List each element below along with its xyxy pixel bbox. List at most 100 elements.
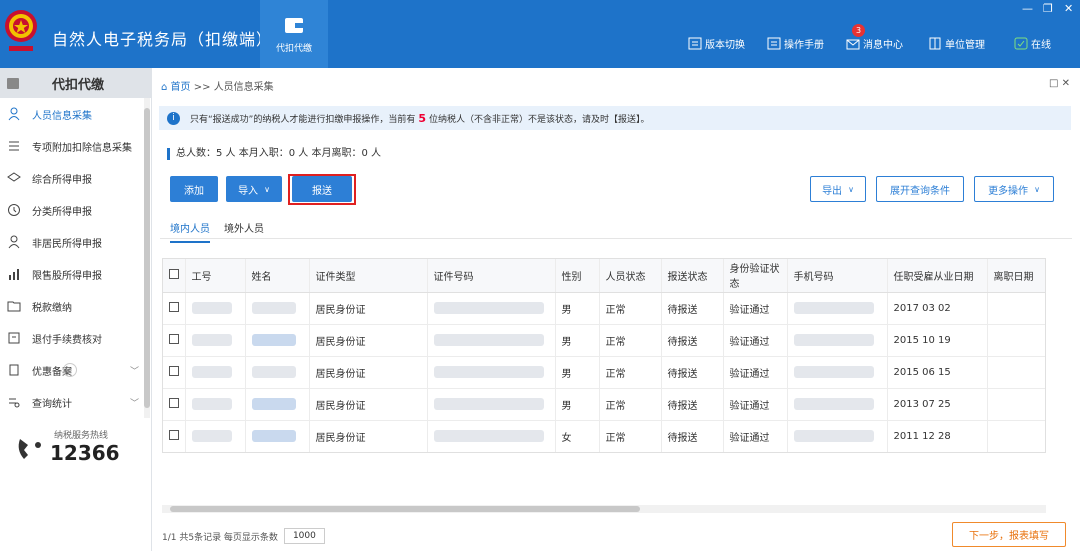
- sidebar-item-nonresident-income[interactable]: 非居民所得申报: [0, 226, 151, 258]
- sidebar-item-classified-income[interactable]: 分类所得申报: [0, 194, 151, 226]
- redacted-value: [433, 366, 544, 378]
- restore-button[interactable]: ❐: [1043, 2, 1053, 15]
- redacted-value: [793, 302, 874, 314]
- sidebar-item-person-info[interactable]: 人员信息采集: [0, 98, 151, 130]
- more-actions-button[interactable]: 更多操作 ∨: [974, 176, 1054, 202]
- column-header[interactable]: 报送状态: [661, 259, 724, 293]
- table-row[interactable]: 居民身份证 男 正常 待报送 验证通过 2015 06 15: [163, 356, 1045, 389]
- id-type-cell: 居民身份证: [309, 356, 428, 389]
- manual-button[interactable]: 操作手册: [767, 36, 824, 51]
- gender-cell: 男: [555, 324, 600, 357]
- tab-overseas[interactable]: 境外人员: [224, 220, 264, 243]
- row-checkbox[interactable]: [169, 397, 179, 408]
- employee-id-cell: [185, 324, 246, 357]
- import-label: 导入: [238, 185, 259, 197]
- sidebar: 代扣代缴 人员信息采集 专项附加扣除信息采集 综合所得申报 分类所得申报 非居民…: [0, 68, 152, 551]
- pagination: 1/1 共5条记录 每页显示条数 1000: [162, 528, 325, 544]
- id-type-cell: 居民身份证: [309, 420, 428, 452]
- page-window-controls[interactable]: □ ✕: [1049, 78, 1070, 89]
- sidebar-header-label: 代扣代缴: [52, 77, 105, 93]
- online-status-button[interactable]: 在线: [1014, 36, 1051, 51]
- sidebar-collapse-button[interactable]: «: [63, 363, 77, 377]
- org-management-label: 单位管理: [945, 40, 985, 51]
- add-button[interactable]: 添加: [170, 176, 218, 202]
- table-row[interactable]: 居民身份证 男 正常 待报送 验证通过 2015 10 19: [163, 324, 1045, 357]
- row-checkbox[interactable]: [169, 301, 179, 312]
- column-header[interactable]: 人员状态: [599, 259, 662, 293]
- column-header[interactable]: 手机号码: [787, 259, 888, 293]
- column-header[interactable]: 任职受雇从业日期: [887, 259, 988, 293]
- notice-count: 5: [418, 111, 426, 125]
- report-status-cell: 待报送: [661, 388, 724, 421]
- table-horizontal-scrollbar[interactable]: [162, 505, 1046, 513]
- org-management-button[interactable]: 单位管理: [928, 36, 985, 51]
- column-header[interactable]: 工号: [185, 259, 246, 293]
- sidebar-item-fee-check[interactable]: 退付手续费核对: [0, 322, 151, 354]
- redacted-value: [793, 398, 874, 410]
- tab-domestic[interactable]: 境内人员: [170, 220, 210, 243]
- row-checkbox[interactable]: [169, 429, 179, 440]
- submit-button-highlight: [288, 174, 356, 205]
- sidebar-item-query-stats[interactable]: 查询统计 ﹀: [0, 386, 151, 418]
- minimize-button[interactable]: —: [1022, 2, 1033, 15]
- page-size-input[interactable]: 1000: [283, 528, 325, 544]
- next-step-button[interactable]: 下一步，报表填写: [952, 522, 1066, 547]
- sidebar-item-tax-payment[interactable]: 税款缴纳: [0, 290, 151, 322]
- table-row[interactable]: 居民身份证 男 正常 待报送 验证通过 2017 03 02: [163, 292, 1045, 325]
- export-button[interactable]: 导出 ∨: [810, 176, 866, 202]
- column-header[interactable]: 证件号码: [427, 259, 556, 293]
- row-select-cell: [163, 324, 186, 357]
- column-header[interactable]: 性别: [555, 259, 600, 293]
- table-row[interactable]: 居民身份证 女 正常 待报送 验证通过 2011 12 28: [163, 420, 1045, 452]
- version-switch-button[interactable]: 版本切换: [688, 36, 745, 51]
- tab-divider: [160, 238, 1072, 239]
- hotline: 纳税服务热线 12366: [14, 428, 120, 465]
- chevron-down-icon: ﹀: [129, 366, 139, 377]
- folder-icon: [6, 298, 22, 314]
- redacted-value: [191, 334, 232, 346]
- person-table: 工号 姓名 证件类型 证件号码 性别 人员状态 报送状态 身份验证状态 手机号码…: [162, 258, 1046, 453]
- column-header[interactable]: 姓名: [245, 259, 310, 293]
- gender-cell: 男: [555, 356, 600, 389]
- report-status-cell: 待报送: [661, 324, 724, 357]
- close-button[interactable]: ✕: [1064, 2, 1073, 15]
- id-number-cell: [427, 324, 556, 357]
- import-button[interactable]: 导入 ∨: [226, 176, 282, 202]
- row-checkbox[interactable]: [169, 365, 179, 376]
- redacted-value: [251, 334, 296, 346]
- report-status-cell: 待报送: [661, 292, 724, 325]
- redacted-value: [433, 302, 544, 314]
- row-checkbox[interactable]: [169, 333, 179, 344]
- module-tab-withholding[interactable]: 代扣代缴: [260, 0, 328, 68]
- chevron-down-icon: ∨: [848, 184, 854, 194]
- leave-date-cell: [987, 356, 1045, 389]
- wallet-icon: [7, 77, 19, 89]
- list-icon: [6, 138, 22, 154]
- table-row[interactable]: 居民身份证 男 正常 待报送 验证通过 2013 07 25: [163, 388, 1045, 421]
- leave-date-cell: [987, 420, 1045, 452]
- chevron-down-icon: ∨: [264, 184, 270, 194]
- sidebar-item-special-deduction[interactable]: 专项附加扣除信息采集: [0, 130, 151, 162]
- redacted-value: [793, 334, 874, 346]
- id-number-cell: [427, 292, 556, 325]
- redacted-value: [191, 302, 232, 314]
- online-status-icon: [1014, 37, 1028, 50]
- title-bar: 自然人电子税务局（扣缴端） 代扣代缴 版本切换 操作手册 消息中心 3 单位管理…: [0, 0, 1080, 68]
- redacted-value: [433, 334, 544, 346]
- sidebar-scrollbar[interactable]: [144, 98, 150, 418]
- verify-status-cell: 验证通过: [723, 420, 788, 452]
- select-all-checkbox[interactable]: [169, 268, 179, 279]
- notice-text-post: 位纳税人（不含非正常）不是该状态，请及时【报送】。: [428, 114, 650, 125]
- expand-filters-button[interactable]: 展开查询条件: [876, 176, 964, 202]
- sidebar-item-comprehensive-income[interactable]: 综合所得申报: [0, 162, 151, 194]
- sidebar-item-restricted-stock[interactable]: 限售股所得申报: [0, 258, 151, 290]
- column-header[interactable]: 身份验证状态: [723, 259, 788, 293]
- message-center-button[interactable]: 消息中心 3: [846, 24, 903, 51]
- layers-icon: [6, 170, 22, 186]
- breadcrumb-home[interactable]: 首页: [171, 82, 191, 93]
- building-icon: [929, 37, 941, 50]
- row-select-cell: [163, 388, 186, 421]
- column-header[interactable]: 证件类型: [309, 259, 428, 293]
- version-switch-label: 版本切换: [705, 40, 745, 51]
- column-header[interactable]: 离职日期: [987, 259, 1045, 293]
